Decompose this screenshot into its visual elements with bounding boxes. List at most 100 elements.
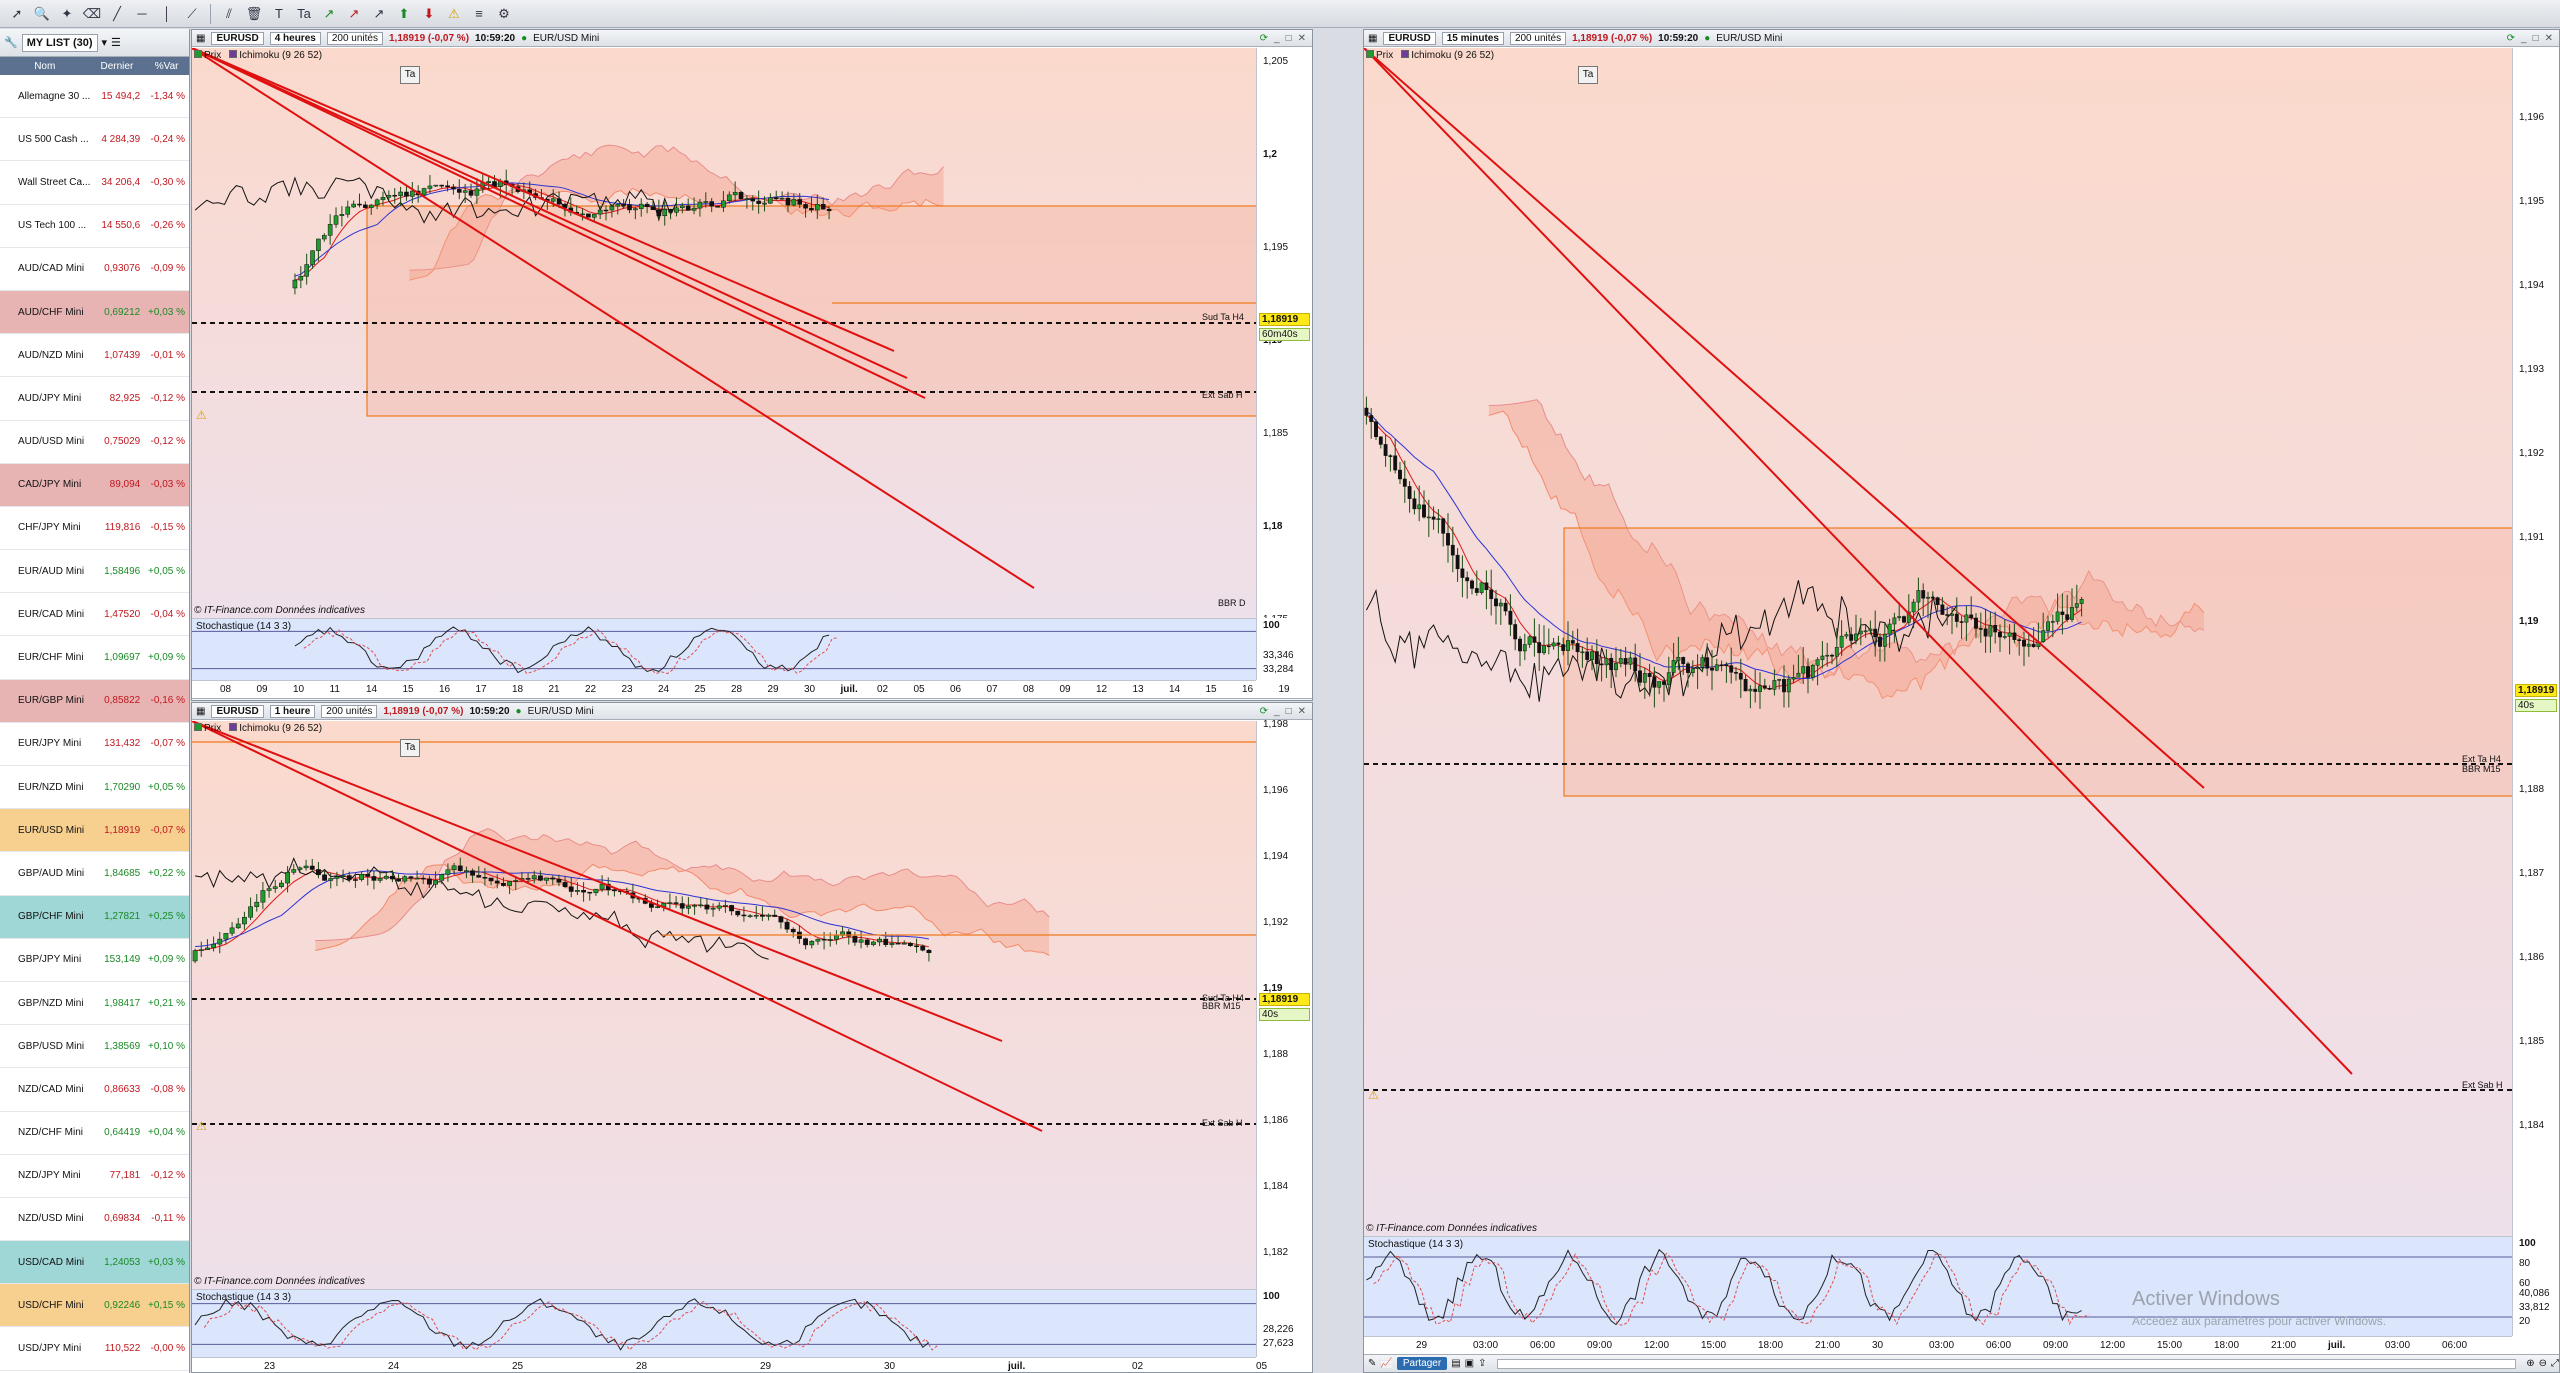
watchlist-row[interactable]: Wall Street Ca... 34 206,4 -0,30 % [0, 161, 189, 205]
watchlist-row[interactable]: EUR/CAD Mini 1,47520 -0,04 % [0, 593, 189, 637]
price-plot[interactable] [192, 48, 1256, 618]
watchlist-row[interactable]: NZD/CHF Mini 0,64419 +0,04 % [0, 1112, 189, 1155]
save-icon[interactable]: ▣ [1465, 1358, 1474, 1369]
warning-icon[interactable]: ⚠ [443, 3, 465, 25]
line-icon[interactable]: ╱ [106, 3, 128, 25]
hline-icon[interactable]: ─ [131, 3, 153, 25]
watchlist-row[interactable]: GBP/AUD Mini 1,84685 +0,22 % [0, 852, 189, 896]
price-axis[interactable]: 1,196 1,195 1,194 1,193 1,192 1,191 1,19 1,1891… [2512, 48, 2557, 1236]
fit-icon[interactable]: ⤢ [2551, 1358, 2559, 1369]
watchlist-row[interactable]: NZD/USD Mini 0,69834 -0,11 % [0, 1198, 189, 1242]
ta-icon[interactable]: Ta [293, 3, 315, 25]
gear-icon[interactable]: ⚙ [493, 3, 515, 25]
chevron-down-icon[interactable]: ▾ [102, 36, 108, 49]
eraser-icon[interactable]: ⌫ [81, 3, 103, 25]
minimize-icon[interactable]: _ [1274, 33, 1280, 44]
watchlist-row[interactable]: EUR/USD Mini 1,18919 -0,07 % [0, 809, 189, 853]
zoom-in-icon[interactable]: ⊕ [2526, 1358, 2534, 1369]
period-select[interactable]: 15 minutes [1441, 31, 1504, 45]
watchlist-row[interactable]: USD/CHF Mini 0,92246 +0,15 % [0, 1284, 189, 1328]
stochastic-label[interactable]: Stochastique (14 3 3) [1368, 1239, 1463, 1250]
zoom-icon[interactable]: 🔍 [31, 3, 53, 25]
legend-ichimoku[interactable]: Ichimoku (9 26 52) [229, 723, 322, 734]
wrench-icon[interactable]: 🔧 [4, 36, 18, 49]
ta-tool-icon[interactable]: Ta [1578, 66, 1598, 84]
fib-icon[interactable]: ≡ [468, 3, 490, 25]
menu-icon[interactable]: ☰ [111, 36, 121, 49]
watchlist-row[interactable]: AUD/CAD Mini 0,93076 -0,09 % [0, 248, 189, 291]
stochastic-panel[interactable]: Stochastique (14 3 3) [192, 1289, 1256, 1357]
share-button[interactable]: Partager [1396, 1357, 1448, 1370]
watchlist-row[interactable]: Allemagne 30 ... 15 494,2 -1,34 % [0, 75, 189, 119]
text-icon[interactable]: T [268, 3, 290, 25]
watchlist-row[interactable]: AUD/NZD Mini 1,07439 -0,01 % [0, 334, 189, 378]
close-icon[interactable]: ✕ [1298, 706, 1306, 717]
magic-icon[interactable]: ✦ [56, 3, 78, 25]
legend-ichimoku[interactable]: Ichimoku (9 26 52) [229, 50, 322, 61]
legend-ichimoku[interactable]: Ichimoku (9 26 52) [1401, 50, 1494, 61]
export-icon[interactable]: ⇪ [1478, 1358, 1486, 1369]
watchlist-row[interactable]: EUR/JPY Mini 131,432 -0,07 % [0, 723, 189, 766]
maximize-icon[interactable]: □ [1286, 706, 1292, 717]
chart-settings-icon[interactable]: ▦ [1368, 33, 1377, 44]
maximize-icon[interactable]: □ [1286, 33, 1292, 44]
watchlist-row[interactable]: EUR/NZD Mini 1,70290 +0,05 % [0, 766, 189, 810]
time-axis[interactable]: 29 03:00 06:00 09:00 12:00 15:00 18:00 21:00 30 0… [1364, 1336, 2512, 1354]
red-arrow-down-icon[interactable]: ⬇ [418, 3, 440, 25]
symbol-select[interactable]: EURUSD [211, 704, 264, 718]
zoom-out-icon[interactable]: ⊖ [2539, 1358, 2547, 1369]
period-select[interactable]: 4 heures [269, 31, 321, 45]
alert-icon[interactable]: ⚠ [196, 408, 207, 422]
watchlist-row[interactable]: GBP/USD Mini 1,38569 +0,10 % [0, 1025, 189, 1069]
watchlist-row[interactable]: AUD/USD Mini 0,75029 -0,12 % [0, 421, 189, 464]
col-var[interactable]: %Var [144, 61, 189, 72]
chart-settings-icon[interactable]: ▦ [196, 33, 205, 44]
legend-price[interactable]: Prix [194, 723, 221, 734]
chart-settings-icon[interactable]: ▦ [196, 706, 205, 717]
stochastic-panel[interactable]: Stochastique (14 3 3) [192, 618, 1256, 680]
price-axis[interactable]: 1,2051,21,1951,191,1851,181,1751,1891960… [1256, 48, 1310, 625]
minimize-icon[interactable]: _ [1274, 706, 1280, 717]
red-arrow-icon[interactable]: ↗ [343, 3, 365, 25]
watchlist-row[interactable]: US Tech 100 ... 14 550,6 -0,26 % [0, 205, 189, 248]
watchlist-select[interactable]: MY LIST (30) [21, 33, 98, 52]
pencil-icon[interactable]: ✎ [1368, 1358, 1376, 1369]
watchlist-row[interactable]: USD/JPY Mini 110,522 -0,00 % [0, 1327, 189, 1371]
time-axis[interactable]: 08 09 10 11 14 15 16 17 18 21 22 23 24 25 28 29 30 juil. 0… [192, 680, 1290, 698]
watchlist-row[interactable]: GBP/NZD Mini 1,98417 +0,21 % [0, 982, 189, 1026]
layout-icon[interactable]: ▤ [1451, 1358, 1460, 1369]
col-last[interactable]: Dernier [90, 61, 145, 72]
price-plot[interactable] [1364, 48, 2512, 1236]
watchlist-row[interactable]: EUR/GBP Mini 0,85822 -0,16 % [0, 679, 189, 723]
watchlist-row[interactable]: USD/CAD Mini 1,24053 +0,03 % [0, 1241, 189, 1285]
alert-icon[interactable]: ⚠ [1368, 1088, 1379, 1102]
watchlist-row[interactable]: AUD/JPY Mini 82,925 -0,12 % [0, 377, 189, 421]
units-select[interactable]: 200 unités [326, 31, 383, 45]
symbol-select[interactable]: EURUSD [211, 31, 264, 45]
sync-icon[interactable]: ⟳ [1260, 706, 1268, 717]
cursor-icon[interactable]: ➚ [6, 3, 28, 25]
period-select[interactable]: 1 heure [269, 704, 316, 718]
legend-price[interactable]: Prix [1366, 50, 1393, 61]
price-axis[interactable]: 1,198 1,196 1,194 1,192 1,19 1,188 1,186 1,184 1… [1256, 719, 1310, 1289]
symbol-select[interactable]: EURUSD [1383, 31, 1436, 45]
time-scrollbar[interactable] [1496, 1358, 2517, 1369]
vline-icon[interactable]: │ [156, 3, 178, 25]
watchlist-row[interactable]: AUD/CHF Mini 0,69212 +0,03 % [0, 290, 189, 335]
close-icon[interactable]: ✕ [1298, 33, 1306, 44]
watchlist-row[interactable]: EUR/AUD Mini 1,58496 +0,05 % [0, 550, 189, 594]
trash-icon[interactable]: 🗑 [243, 3, 265, 25]
watchlist-row[interactable]: CAD/JPY Mini 89,094 -0,03 % [0, 463, 189, 507]
sync-icon[interactable]: ⟳ [1260, 33, 1268, 44]
watchlist-row[interactable]: EUR/CHF Mini 1,09697 +0,09 % [0, 636, 189, 680]
trendline-icon[interactable]: ⟋ [181, 3, 203, 25]
minimize-icon[interactable]: _ [2521, 33, 2527, 44]
watchlist-row[interactable]: US 500 Cash ... 4 284,39 -0,24 % [0, 118, 189, 162]
price-plot[interactable] [192, 721, 1256, 1289]
sync-icon[interactable]: ⟳ [2507, 33, 2515, 44]
green-arrow-up-icon[interactable]: ⬆ [393, 3, 415, 25]
stochastic-label[interactable]: Stochastique (14 3 3) [196, 621, 291, 632]
chart-type-icon[interactable]: 📈 [1380, 1358, 1392, 1369]
ta-tool-icon[interactable]: Ta [400, 739, 420, 757]
ta-tool-icon[interactable]: Ta [400, 66, 420, 84]
